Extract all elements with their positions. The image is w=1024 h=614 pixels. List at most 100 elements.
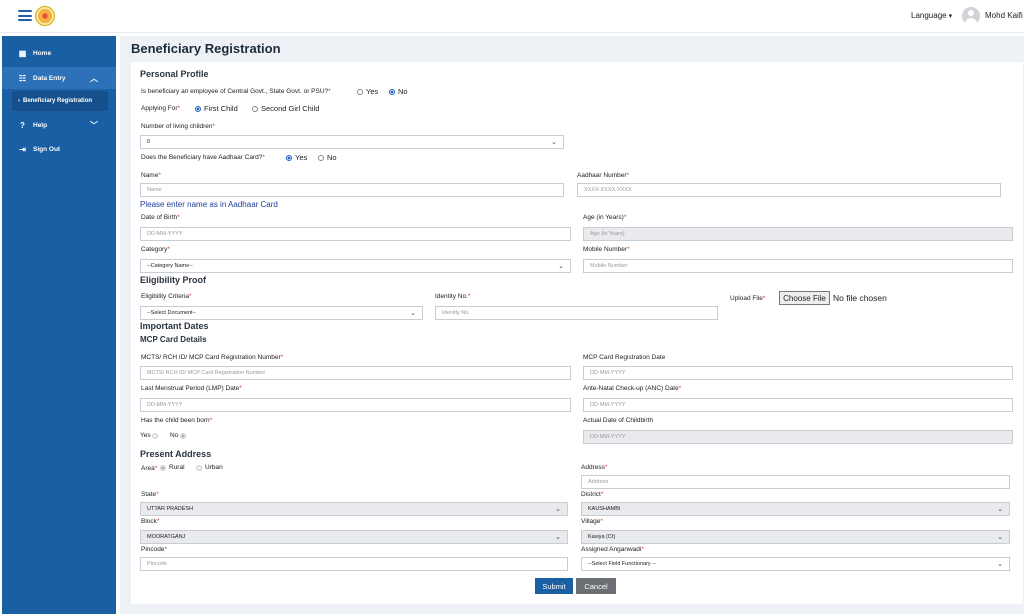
page-title: Beneficiary Registration	[131, 41, 281, 56]
area-label: Area*	[141, 465, 158, 472]
address-input[interactable]: Address	[581, 475, 1010, 489]
village-value: Kasiya (Ct)	[588, 534, 616, 540]
aadhaar-number-input[interactable]: XXXX-XXXX-XXXX	[577, 183, 1001, 197]
choose-file-button[interactable]: Choose File	[779, 291, 830, 305]
anc-label: Ante-Natal Check-up (ANC) Date*	[583, 385, 682, 392]
identity-label: Identity No.*	[435, 293, 471, 300]
help-icon: ?	[20, 120, 25, 130]
anganwadi-select[interactable]: --Select Field Functionary -- ⌄	[581, 557, 1010, 571]
lmp-input[interactable]: DD-MM-YYYY	[140, 398, 571, 412]
section-mcp-card: MCP Card Details	[140, 335, 207, 344]
chevron-down-icon: ⌄	[555, 506, 561, 513]
section-important-dates: Important Dates	[140, 321, 209, 331]
chevron-down-icon: ﹀	[90, 120, 98, 130]
state-label: State*	[141, 491, 159, 498]
section-personal-profile: Personal Profile	[140, 69, 209, 79]
category-value: --Category Name--	[147, 263, 193, 269]
dob-label: Date of Birth*	[141, 214, 180, 221]
avatar[interactable]	[962, 7, 980, 25]
language-dropdown[interactable]: Language	[911, 11, 952, 20]
applying-for-label: Applying For*	[141, 105, 181, 112]
name-input[interactable]: Name	[140, 183, 564, 197]
sidebar-item-label: Data Entry	[33, 74, 66, 82]
mcp-date-label: MCP Card Registration Date	[583, 354, 666, 361]
child-born-no-radio: No	[170, 432, 189, 439]
sidebar-item-label: Home	[33, 49, 52, 57]
district-label: District*	[581, 491, 604, 498]
mcp-date-input[interactable]: DD-MM-YYYY	[583, 366, 1013, 380]
category-select[interactable]: --Category Name-- ⌄	[140, 259, 571, 273]
mcts-label: MCTS/ RCH ID/ MCP Card Registration Numb…	[141, 354, 284, 361]
sidebar-item-data-entry[interactable]: ☷ Data Entry ︿	[2, 67, 116, 89]
menu-icon[interactable]	[18, 10, 32, 21]
sign-out-icon: ⇥	[19, 144, 26, 154]
eligibility-criteria-value: --Select Document--	[147, 310, 197, 316]
village-label: Village*	[581, 518, 603, 525]
submit-button[interactable]: Submit	[535, 578, 573, 594]
district-value: KAUSHAMBI	[588, 506, 621, 512]
chevron-down-icon: ⌄	[997, 506, 1003, 513]
living-children-label: Number of living children*	[141, 123, 216, 130]
sidebar-item-label: Beneficiary Registration	[23, 98, 93, 104]
sidebar-item-home[interactable]: ▦ Home	[2, 42, 116, 64]
block-label: Block*	[141, 518, 160, 525]
living-children-value: 0	[147, 139, 151, 145]
living-children-select[interactable]: 0 ⌄	[140, 135, 564, 149]
area-urban-radio: Urban	[196, 464, 223, 471]
top-bar: Language Mohd Kaifi	[0, 0, 1024, 33]
chevron-down-icon: ⌄	[997, 534, 1003, 541]
actual-childbirth-label: Actual Date of Childbirth	[583, 417, 654, 424]
sidebar-item-help[interactable]: ? Help ﹀	[2, 114, 116, 136]
pincode-label: Pincode*	[141, 546, 168, 553]
name-hint: Please enter name as in Aadhaar Card	[140, 200, 278, 209]
employee-yes-radio[interactable]: Yes	[357, 87, 378, 96]
aadhaar-question-label: Does the Beneficiary have Aadhaar Card?*	[141, 154, 265, 161]
block-select: MOORATGANJ ⌄	[140, 530, 568, 544]
first-child-radio[interactable]: First Child	[195, 104, 238, 113]
age-input: Age (in Years)	[583, 227, 1013, 241]
anganwadi-value: --Select Field Functionary --	[588, 561, 656, 567]
file-status: No file chosen	[833, 293, 887, 303]
identity-input[interactable]: Identity No.	[435, 306, 718, 320]
upload-file-label: Upload File*	[730, 295, 766, 302]
mcts-input[interactable]: MCTS/ RCH ID/ MCP Card Registration Numb…	[140, 366, 571, 380]
state-select: UTTAR PRADESH ⌄	[140, 502, 568, 516]
second-girl-child-radio[interactable]: Second Girl Child	[252, 104, 319, 113]
aadhaar-yes-radio[interactable]: Yes	[286, 153, 307, 162]
eligibility-criteria-select[interactable]: --Select Document-- ⌄	[140, 306, 423, 320]
mobile-label: Mobile Number*	[583, 246, 630, 253]
aadhaar-no-radio[interactable]: No	[318, 153, 337, 162]
chevron-right-icon: ›	[18, 98, 20, 104]
age-label: Age (in Years)*	[583, 214, 627, 221]
data-entry-icon: ☷	[18, 73, 27, 83]
chevron-down-icon: ⌄	[410, 310, 416, 317]
village-select: Kasiya (Ct) ⌄	[581, 530, 1010, 544]
actual-childbirth-input: DD-MM-YYYY	[583, 430, 1013, 444]
address-label: Address*	[581, 464, 608, 471]
name-label: Name*	[141, 172, 161, 179]
chevron-down-icon: ⌄	[558, 263, 564, 270]
child-born-label: Has the child been born*	[141, 417, 213, 424]
state-value: UTTAR PRADESH	[147, 506, 194, 512]
chevron-up-icon: ︿	[90, 73, 98, 83]
pincode-input[interactable]: Pincode	[140, 557, 568, 571]
area-rural-radio: Rural	[160, 464, 185, 471]
sidebar-item-beneficiary-registration[interactable]: › Beneficiary Registration	[12, 91, 108, 111]
cancel-button[interactable]: Cancel	[576, 578, 616, 594]
sidebar-item-sign-out[interactable]: ⇥ Sign Out	[2, 138, 116, 160]
anganwadi-label: Assigned Anganwadi*	[581, 546, 644, 553]
chevron-down-icon: ⌄	[997, 561, 1003, 568]
user-name[interactable]: Mohd Kaifi	[985, 11, 1023, 20]
sidebar: ▦ Home ☷ Data Entry ︿ › Beneficiary Regi…	[2, 36, 116, 614]
section-eligibility-proof: Eligibility Proof	[140, 275, 207, 285]
anc-input[interactable]: DD-MM-YYYY	[583, 398, 1013, 412]
chevron-down-icon: ⌄	[551, 139, 557, 146]
mobile-input[interactable]: Mobile Number	[583, 259, 1013, 273]
employee-question-label: Is beneficiary an employee of Central Go…	[141, 88, 331, 95]
section-present-address: Present Address	[140, 449, 212, 459]
logo-icon	[35, 6, 55, 26]
child-born-yes-radio: Yes	[140, 432, 161, 439]
dob-input[interactable]: DD-MM-YYYY	[140, 227, 571, 241]
chevron-down-icon: ⌄	[555, 534, 561, 541]
employee-no-radio[interactable]: No	[389, 87, 408, 96]
